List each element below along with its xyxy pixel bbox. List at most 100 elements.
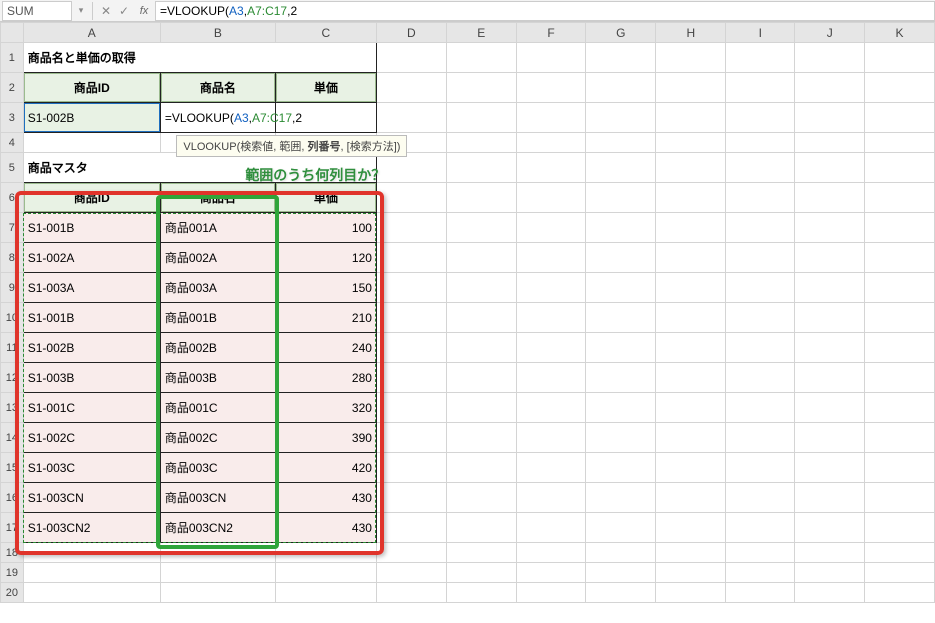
cell[interactable]	[376, 543, 446, 563]
cell[interactable]	[865, 153, 935, 183]
col-header[interactable]: K	[865, 23, 935, 43]
cell[interactable]	[446, 363, 516, 393]
formula-input[interactable]: =VLOOKUP( A3 , A7:C17 , 2	[155, 1, 935, 21]
cell[interactable]	[656, 133, 726, 153]
row-header[interactable]: 5	[1, 153, 24, 183]
cell[interactable]	[865, 303, 935, 333]
row-header[interactable]: 15	[1, 453, 24, 483]
cell[interactable]	[726, 423, 795, 453]
cell[interactable]	[446, 543, 516, 563]
cell[interactable]	[586, 183, 656, 213]
row-header[interactable]: 16	[1, 483, 24, 513]
cell[interactable]: 430	[275, 513, 376, 543]
cell[interactable]	[795, 183, 865, 213]
cell[interactable]	[656, 153, 726, 183]
cell[interactable]	[865, 583, 935, 603]
row-header[interactable]: 2	[1, 73, 24, 103]
cell[interactable]	[726, 43, 795, 73]
cell[interactable]: 単価	[275, 73, 376, 103]
col-header[interactable]: B	[160, 23, 275, 43]
cell[interactable]: 210	[275, 303, 376, 333]
cell[interactable]	[586, 513, 656, 543]
cell[interactable]	[516, 133, 586, 153]
cell[interactable]	[656, 43, 726, 73]
cell[interactable]	[795, 563, 865, 583]
cell[interactable]	[865, 563, 935, 583]
cell[interactable]	[656, 243, 726, 273]
cell[interactable]	[795, 483, 865, 513]
col-header[interactable]: J	[795, 23, 865, 43]
cell[interactable]	[586, 333, 656, 363]
cell[interactable]	[656, 393, 726, 423]
cell[interactable]: 商品003B	[160, 363, 275, 393]
row-header[interactable]: 14	[1, 423, 24, 453]
cell[interactable]	[516, 423, 586, 453]
cell[interactable]	[376, 273, 446, 303]
cell[interactable]	[516, 303, 586, 333]
cell[interactable]	[446, 563, 516, 583]
cell[interactable]	[656, 423, 726, 453]
cell[interactable]	[446, 73, 516, 103]
cell[interactable]	[726, 563, 795, 583]
cell[interactable]	[516, 513, 586, 543]
row-header[interactable]: 9	[1, 273, 24, 303]
cell[interactable]	[865, 423, 935, 453]
cell[interactable]	[376, 583, 446, 603]
cell[interactable]	[795, 423, 865, 453]
cell[interactable]	[376, 103, 446, 133]
cell[interactable]	[160, 583, 275, 603]
cell[interactable]	[160, 563, 275, 583]
cell[interactable]	[865, 43, 935, 73]
cell[interactable]	[516, 273, 586, 303]
cell[interactable]: 商品003CN2	[160, 513, 275, 543]
cell[interactable]	[275, 583, 376, 603]
cell[interactable]	[446, 483, 516, 513]
cell[interactable]	[160, 543, 275, 563]
cell[interactable]	[865, 183, 935, 213]
cell[interactable]	[516, 583, 586, 603]
cell[interactable]	[376, 563, 446, 583]
cell[interactable]: 商品002B	[160, 333, 275, 363]
cell[interactable]: 単価	[275, 183, 376, 213]
cell[interactable]	[586, 303, 656, 333]
cell[interactable]	[446, 423, 516, 453]
cell[interactable]	[586, 73, 656, 103]
cell[interactable]	[865, 73, 935, 103]
cell[interactable]	[865, 213, 935, 243]
row-header[interactable]: 7	[1, 213, 24, 243]
cell[interactable]: 320	[275, 393, 376, 423]
cell[interactable]: S1-003A	[23, 273, 160, 303]
cell[interactable]	[795, 303, 865, 333]
cell[interactable]	[516, 363, 586, 393]
cell[interactable]	[376, 423, 446, 453]
cell[interactable]	[656, 453, 726, 483]
cell[interactable]	[865, 273, 935, 303]
cell[interactable]	[656, 73, 726, 103]
cell[interactable]	[516, 243, 586, 273]
cell[interactable]	[446, 273, 516, 303]
row-header[interactable]: 12	[1, 363, 24, 393]
col-header[interactable]: I	[726, 23, 795, 43]
cell[interactable]	[795, 363, 865, 393]
cell[interactable]	[656, 333, 726, 363]
cell[interactable]: S1-002B	[23, 333, 160, 363]
cell[interactable]	[656, 213, 726, 243]
cell[interactable]	[516, 43, 586, 73]
row-header[interactable]: 8	[1, 243, 24, 273]
cell[interactable]	[865, 483, 935, 513]
cell[interactable]	[865, 243, 935, 273]
cell[interactable]	[516, 183, 586, 213]
cell[interactable]: S1-003CN	[23, 483, 160, 513]
cell[interactable]	[795, 153, 865, 183]
cell[interactable]	[586, 103, 656, 133]
cell[interactable]	[446, 153, 516, 183]
row-header[interactable]: 10	[1, 303, 24, 333]
cell[interactable]	[726, 73, 795, 103]
cell[interactable]	[795, 333, 865, 363]
cell[interactable]	[726, 303, 795, 333]
cell[interactable]	[586, 483, 656, 513]
cell[interactable]	[726, 513, 795, 543]
cell[interactable]	[376, 363, 446, 393]
cell[interactable]: S1-001C	[23, 393, 160, 423]
cell[interactable]	[446, 513, 516, 543]
